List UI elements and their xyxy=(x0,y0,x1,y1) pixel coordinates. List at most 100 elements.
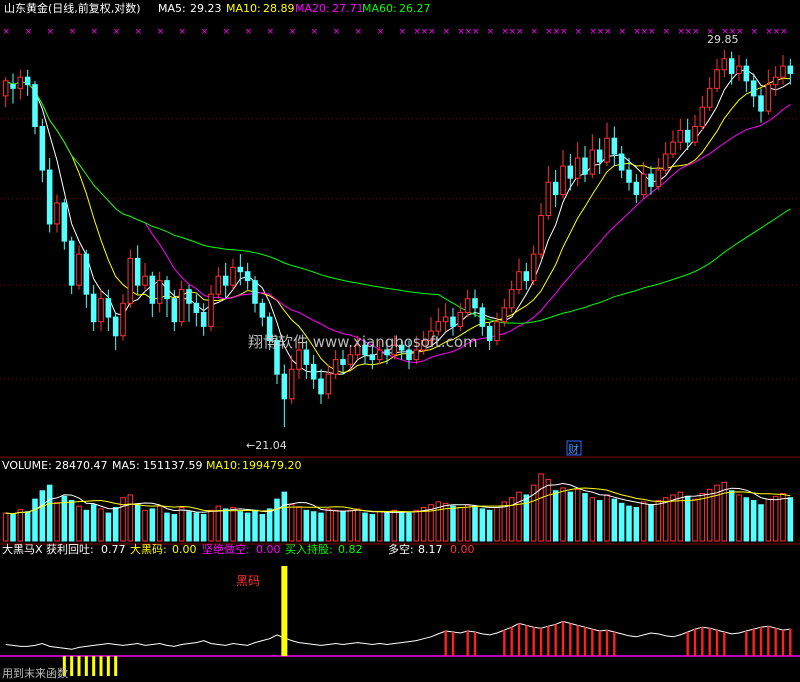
volume-bar xyxy=(208,509,214,542)
candle-body xyxy=(237,266,244,273)
black-horse-signal-bar xyxy=(281,566,288,656)
top-marker: × xyxy=(780,27,788,37)
volume-bar xyxy=(750,500,757,542)
volume-bar xyxy=(670,494,676,542)
candle-body xyxy=(765,84,772,112)
candle-body xyxy=(105,298,112,318)
ma20-value: 27.71 xyxy=(332,2,364,15)
volume-bar xyxy=(552,490,559,542)
candles xyxy=(2,49,794,428)
candle-body xyxy=(413,349,420,361)
volume-bar xyxy=(604,494,610,542)
candle-body xyxy=(728,58,735,74)
volume-ma10-value: 199479.20 xyxy=(242,459,302,472)
top-marker: × xyxy=(487,27,495,37)
top-marker: × xyxy=(619,27,627,37)
volume-bar xyxy=(472,505,478,542)
footer-signal-bar xyxy=(84,656,88,676)
candle-body xyxy=(112,316,119,337)
candle-body xyxy=(24,76,31,86)
candle-body xyxy=(178,289,185,323)
top-marker: × xyxy=(289,27,297,37)
volume-bar xyxy=(589,497,596,542)
indicator-red-bar xyxy=(583,627,587,656)
volume-bar xyxy=(765,498,772,542)
candle-body xyxy=(288,368,295,400)
volume-bar xyxy=(186,511,192,542)
top-marker: × xyxy=(47,27,55,37)
volume-bar xyxy=(105,512,112,542)
candle-body xyxy=(684,129,691,143)
candle-body xyxy=(787,65,794,74)
candle-body xyxy=(222,275,229,286)
volume-bar xyxy=(200,513,207,542)
candle-body xyxy=(369,354,376,361)
top-marker: × xyxy=(135,27,143,37)
volume-ma10-label: MA10: xyxy=(206,459,241,472)
candle-body xyxy=(699,106,706,127)
long-short-label: 多空: xyxy=(388,542,414,556)
top-marker: × xyxy=(179,27,187,37)
indicator-red-bar xyxy=(715,630,719,656)
candle-body xyxy=(83,253,90,295)
volume-bar xyxy=(83,509,90,542)
indicator-red-bar xyxy=(451,632,455,656)
ma60-value: 26.27 xyxy=(399,2,431,15)
long-short-value: 8.17 xyxy=(418,543,443,556)
candle-body xyxy=(90,293,97,323)
candle-body xyxy=(54,202,60,225)
candle-body xyxy=(252,280,258,304)
candle-body xyxy=(318,378,324,395)
volume-bar xyxy=(560,487,566,542)
candle-body xyxy=(596,149,603,163)
candle-body xyxy=(68,240,75,286)
volume-bar xyxy=(340,511,346,542)
firm-short-label: 坚绝做空: xyxy=(202,542,250,556)
volume-bar xyxy=(46,484,53,542)
indicator-line xyxy=(5,620,791,650)
volume-bar xyxy=(457,507,464,542)
candle-body xyxy=(127,257,134,304)
volume-bar xyxy=(325,508,332,542)
volume-bar xyxy=(699,493,706,542)
volume-bar xyxy=(252,509,258,542)
volume-bar xyxy=(772,495,779,542)
top-marker: × xyxy=(751,27,759,37)
candle-body xyxy=(772,76,779,86)
volume-bar xyxy=(545,479,552,542)
volume-bar xyxy=(398,511,405,542)
volume-bar xyxy=(618,502,625,542)
candle-body xyxy=(692,125,698,143)
volume-bar xyxy=(640,501,647,542)
candle-body xyxy=(648,173,654,187)
indicator-red-bar xyxy=(569,623,572,656)
indicator-red-bar xyxy=(473,632,477,656)
top-marker: × xyxy=(201,27,209,37)
ma60-label: MA60: xyxy=(362,2,397,15)
volume-bar xyxy=(266,508,273,542)
indicator-red-bar xyxy=(781,630,785,656)
top-marker: × xyxy=(113,27,121,37)
volume-bar xyxy=(303,509,310,542)
volume-bar xyxy=(662,497,669,542)
volume-bar xyxy=(420,507,427,542)
volume-bar xyxy=(32,498,38,542)
indicator-red-bar xyxy=(723,632,726,656)
ma10-label: MA10: xyxy=(226,2,261,15)
buy-hold-value: 0.82 xyxy=(338,543,363,556)
volume-bar xyxy=(274,498,280,542)
top-marker: × xyxy=(69,27,77,37)
volume-bar xyxy=(633,507,640,542)
top-marker: × xyxy=(91,27,99,37)
candle-body xyxy=(721,58,728,71)
candle-body xyxy=(530,253,537,282)
candle-body xyxy=(406,349,412,361)
volume-bar xyxy=(677,491,684,542)
indicator-red-bar xyxy=(701,627,704,656)
volume-bar xyxy=(296,507,302,542)
top-marker: × xyxy=(311,27,319,37)
candle-body xyxy=(479,307,486,327)
volume-bar xyxy=(721,481,728,542)
indicator-red-bar xyxy=(774,628,777,656)
volume-bar xyxy=(347,509,354,542)
